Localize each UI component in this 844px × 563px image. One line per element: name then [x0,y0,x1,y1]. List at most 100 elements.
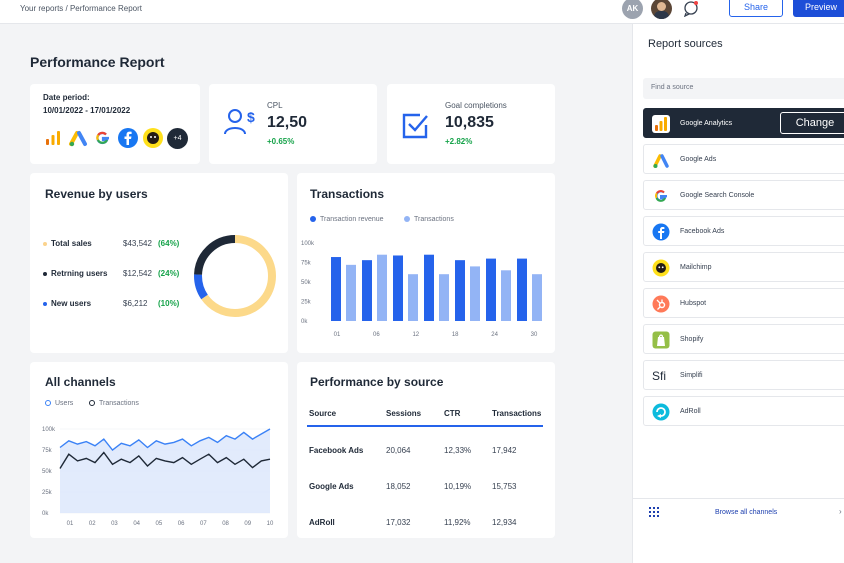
table-cell: 15,753 [492,482,517,491]
source-name: Facebook Ads [680,228,725,235]
revenue-amount: $6,212 [123,299,148,308]
bar-transactions[interactable] [532,274,542,321]
bar-revenue[interactable] [362,260,372,321]
share-button[interactable]: Share [729,0,783,17]
source-item-facebook-ads[interactable]: Facebook Ads [643,216,844,246]
bar-revenue[interactable] [393,255,403,321]
table-cell: 10,19% [444,482,472,491]
y-tick-label: 50k [301,280,312,286]
y-tick-label: 100k [301,241,315,247]
source-name: Google Analytics [680,120,733,127]
source-name: Hubspot [680,300,707,307]
date-period-card: Date period: 10/01/2022 - 17/01/2022 +4 [30,84,200,164]
mailchimp-icon [143,128,163,148]
revenue-pct: (24%) [158,269,180,278]
goal-card: Goal completions 10,835 +2.82% [387,84,555,164]
cpl-delta: +0.65% [267,137,295,146]
source-item-simplifi[interactable]: Sfi Simplifi [643,360,844,390]
svg-text:$: $ [247,109,255,125]
source-item-adroll[interactable]: AdRoll [643,396,844,426]
adroll-icon [652,403,670,421]
users-area [60,429,270,513]
bar-revenue[interactable] [455,260,465,321]
top-bar: Your reports / Performance Report AK Sha… [0,0,844,24]
legend-transactions[interactable]: Transactions [404,216,454,223]
col-sessions[interactable]: Sessions [386,409,421,418]
bar-revenue[interactable] [486,258,496,321]
col-transactions[interactable]: Transactions [492,409,541,418]
svg-text:Sfi: Sfi [652,369,666,383]
x-tick-label: 06 [373,332,380,338]
breadcrumb[interactable]: Your reports / Performance Report [20,4,142,13]
more-sources-badge[interactable]: +4 [167,128,188,149]
preview-button[interactable]: Preview [793,0,844,17]
x-tick-label: 10 [267,521,274,527]
y-tick-label: 0k [42,511,49,517]
bar-transactions[interactable] [470,266,480,321]
source-item-shopify[interactable]: Shopify [643,324,844,354]
col-ctr[interactable]: CTR [444,409,460,418]
chat-icon[interactable] [682,0,700,17]
google-icon [96,131,109,145]
bar-revenue[interactable] [517,258,527,321]
revenue-label: Retrning users [51,269,108,278]
table-cell: 12,934 [492,518,517,527]
col-source[interactable]: Source [309,409,336,418]
transactions-title: Transactions [310,187,385,201]
bar-revenue[interactable] [331,257,341,321]
bar-revenue[interactable] [424,254,434,321]
revenue-dot [43,302,47,306]
source-name: Google Ads [680,156,717,163]
sidebar-title: Report sources [648,38,723,50]
revenue-row: New users $6,212 (10%) [43,299,193,311]
source-item-google-ads[interactable]: Google Ads [643,144,844,174]
browse-all-channels[interactable]: Browse all channels › [633,498,844,524]
mailchimp-icon [652,259,670,277]
date-label: Date period: [43,93,90,102]
revenue-amount: $12,542 [123,269,152,278]
table-cell: 12,33% [444,446,472,455]
report-sources-panel: Report sources Find a source Browse all … [632,24,844,563]
table-cell: 11,92% [444,518,471,527]
source-name: Google Search Console [680,192,755,199]
change-button[interactable]: Change [780,112,844,134]
source-name: AdRoll [680,408,701,415]
revenue-amount: $43,542 [123,239,152,248]
search-input[interactable]: Find a source [643,78,844,99]
legend-users[interactable]: Users [45,400,73,407]
goal-label: Goal completions [445,101,507,110]
facebook-icon [652,223,670,241]
goal-value: 10,835 [445,114,494,131]
table-cell: 20,064 [386,446,411,455]
source-item-google-search-console[interactable]: Google Search Console [643,180,844,210]
all-channels-card: All channels Users Transactions 100k 75k 5… [30,362,288,538]
y-tick-label: 0k [301,319,308,325]
y-tick-label: 25k [301,300,312,306]
x-tick-label: 04 [133,521,140,527]
source-item-google-analytics[interactable]: Google Analytics Change [643,108,844,138]
y-tick-label: 75k [42,448,53,454]
simplifi-icon: Sfi [652,369,666,383]
y-tick-label: 25k [42,490,53,496]
avatar-photo[interactable] [651,0,672,19]
source-item-hubspot[interactable]: Hubspot [643,288,844,318]
x-tick-label: 30 [531,332,538,338]
source-name: Simplifi [680,372,703,379]
revenue-card: Revenue by users Total sales $43,542 (64%)… [30,173,288,353]
date-value[interactable]: 10/01/2022 - 17/01/2022 [43,106,130,115]
bar-transactions[interactable] [377,254,387,321]
bar-transactions[interactable] [439,274,449,321]
bar-transactions[interactable] [501,270,511,321]
bar-transactions[interactable] [346,264,356,321]
transactions-card: Transactions Transaction revenue Transac… [297,173,555,353]
x-tick-label: 08 [222,521,229,527]
bar-transactions[interactable] [408,274,418,321]
avatar[interactable]: AK [622,0,643,19]
x-tick-label: 09 [244,521,251,527]
legend-channel-transactions[interactable]: Transactions [89,400,139,407]
source-name-cell: Facebook Ads [309,446,364,455]
source-item-mailchimp[interactable]: Mailchimp [643,252,844,282]
table-cell: 17,942 [492,446,517,455]
source-name-cell: Google Ads [309,482,354,491]
legend-transaction-revenue[interactable]: Transaction revenue [310,216,384,223]
